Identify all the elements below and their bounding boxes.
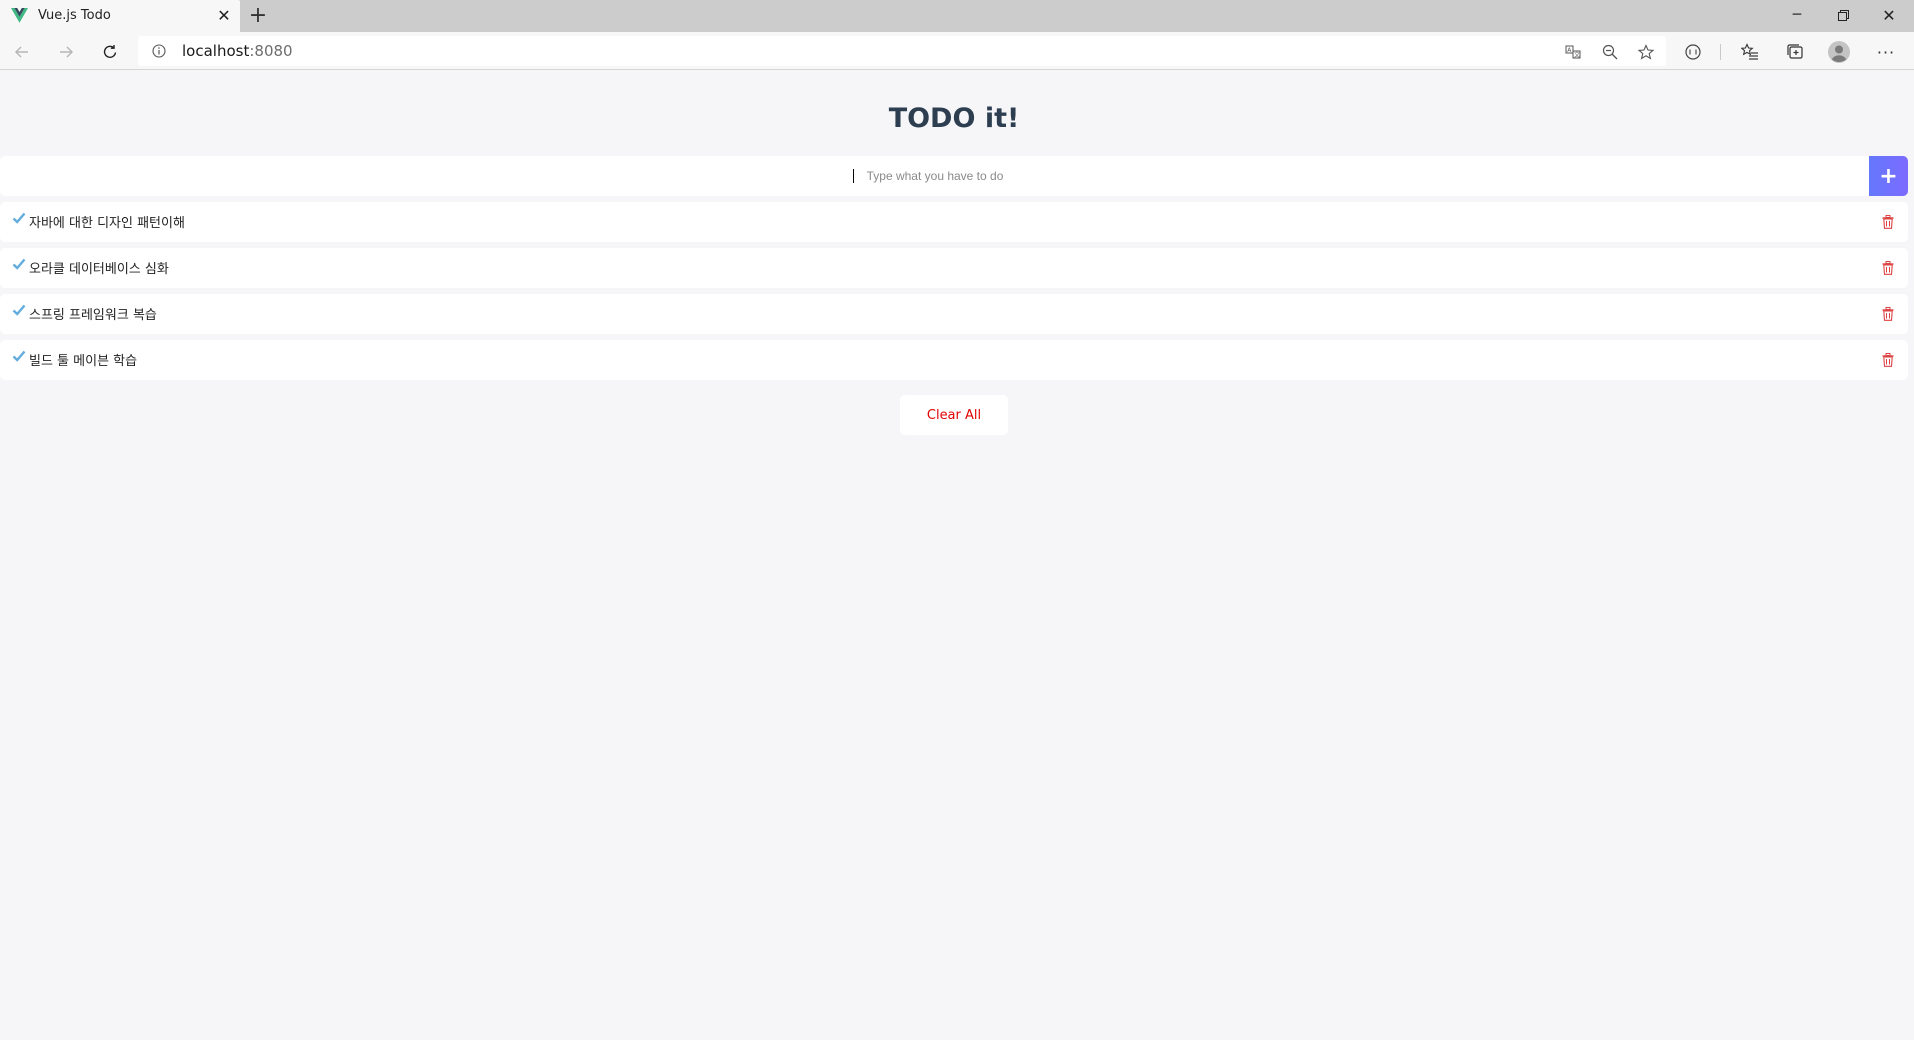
browser-toolbar: localhost:8080 A文 ··· [0,32,1914,70]
todo-list: 자바에 대한 디자인 패턴이해 오라클 데이터베이스 심화 스프링 프레임워크 … [0,202,1908,386]
trash-icon[interactable] [1882,215,1894,229]
trash-icon[interactable] [1882,307,1894,321]
toolbar-divider [1720,44,1721,60]
minimize-icon: ─ [1792,7,1802,23]
check-icon[interactable] [12,349,26,363]
tab-title: Vue.js Todo [38,8,111,23]
browser-tabstrip: Vue.js Todo ✕ + ─ ✕ [0,0,1914,32]
window-close-icon: ✕ [1882,5,1896,25]
reading-view-button[interactable] [1681,40,1705,64]
star-icon [1638,44,1654,60]
todo-input[interactable] [0,156,1870,196]
translate-button[interactable]: A文 [1563,42,1583,62]
todo-item: 스프링 프레임워크 복습 [0,294,1908,334]
back-icon [15,46,28,58]
todo-item: 빌드 툴 메이븐 학습 [0,340,1908,380]
plus-icon: + [248,3,268,28]
check-icon[interactable] [12,303,26,317]
text-caret [853,169,854,183]
add-button[interactable]: + [1869,156,1908,196]
reading-view-icon [1685,44,1701,60]
favorites-icon [1741,43,1758,60]
refresh-icon [103,45,117,58]
collections-icon [1787,44,1803,59]
more-icon: ··· [1876,42,1896,62]
minimize-button[interactable]: ─ [1774,0,1820,30]
url-port: :8080 [249,42,293,60]
plus-icon: + [1879,163,1898,189]
todo-app: TODO it! + 자바에 대한 디자인 패턴이해 오라클 데이터베이스 심화… [0,71,1914,1040]
translate-icon: A文 [1565,45,1581,59]
vue-logo-icon [11,8,28,23]
url-text: localhost:8080 [182,42,293,60]
check-icon[interactable] [12,211,26,225]
profile-button[interactable] [1827,40,1851,64]
more-button[interactable]: ··· [1874,40,1898,64]
svg-text:文: 文 [1574,51,1580,59]
close-icon[interactable]: ✕ [216,8,232,24]
zoom-out-icon [1602,44,1618,60]
clear-all-container: Clear All [900,395,1008,435]
favorites-button[interactable] [1738,40,1762,64]
restore-button[interactable] [1820,0,1866,30]
info-icon[interactable] [152,44,166,58]
page-title: TODO it! [888,103,1020,134]
favorite-button[interactable] [1636,42,1656,62]
clear-all-button[interactable]: Clear All [927,408,981,423]
zoom-out-button[interactable] [1600,42,1620,62]
todo-item: 자바에 대한 디자인 패턴이해 [0,202,1908,242]
trash-icon[interactable] [1882,261,1894,275]
trash-icon[interactable] [1882,353,1894,367]
forward-icon [60,46,73,58]
profile-icon [1828,41,1850,63]
url-host: localhost [182,42,250,60]
todo-text: 자바에 대한 디자인 패턴이해 [29,216,185,231]
todo-item: 오라클 데이터베이스 심화 [0,248,1908,288]
back-button[interactable] [7,37,37,67]
todo-text: 빌드 툴 메이븐 학습 [29,354,138,369]
todo-text: 스프링 프레임워크 복습 [29,308,157,323]
restore-icon [1837,9,1849,21]
check-icon[interactable] [12,257,26,271]
window-close-button[interactable]: ✕ [1866,0,1912,30]
todo-text: 오라클 데이터베이스 심화 [29,262,169,277]
address-bar[interactable]: localhost:8080 A文 [138,36,1666,66]
refresh-button[interactable] [95,37,125,67]
browser-tab[interactable]: Vue.js Todo ✕ [0,0,240,32]
new-tab-button[interactable]: + [246,4,270,28]
forward-button[interactable] [51,37,81,67]
todo-input-container: + [0,156,1908,196]
collections-button[interactable] [1783,40,1807,64]
